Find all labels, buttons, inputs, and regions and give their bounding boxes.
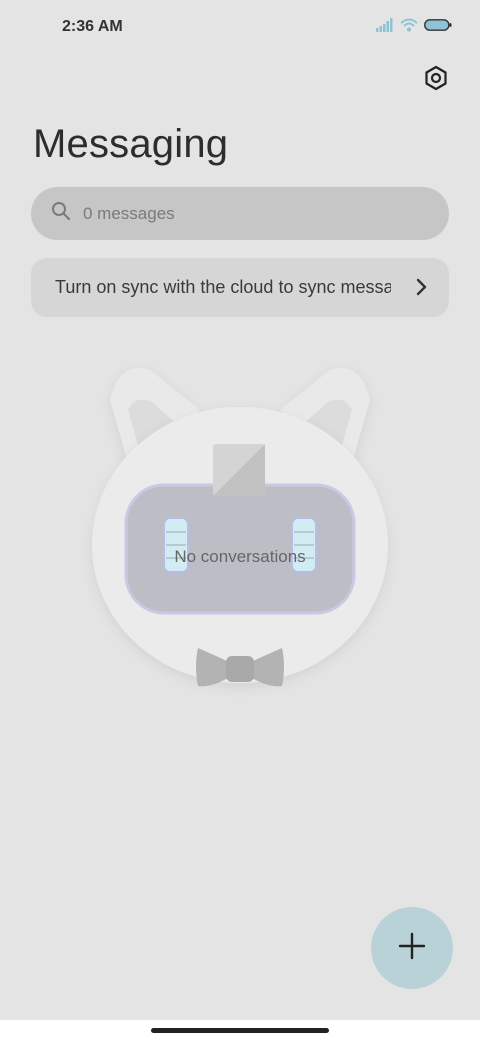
search-icon	[51, 201, 71, 226]
sync-banner[interactable]: Turn on sync with the cloud to sync mess…	[31, 258, 449, 317]
home-indicator[interactable]	[151, 1028, 329, 1033]
sync-banner-text: Turn on sync with the cloud to sync mess…	[55, 277, 391, 297]
battery-icon	[424, 18, 452, 37]
empty-state-label: No conversations	[174, 547, 306, 566]
robot-cat-mascot	[80, 340, 400, 710]
search-input[interactable]	[83, 203, 403, 224]
wifi-icon	[400, 18, 418, 37]
signal-icon	[376, 18, 394, 37]
page-title: Messaging	[33, 122, 229, 166]
gear-icon	[423, 65, 449, 96]
search-bar[interactable]	[31, 187, 449, 240]
plus-icon	[398, 932, 426, 965]
status-time: 2:36 AM	[62, 18, 123, 35]
status-icons	[376, 18, 452, 37]
settings-button[interactable]	[420, 64, 452, 96]
new-message-button[interactable]	[371, 907, 453, 989]
status-bar: 2:36 AM	[0, 0, 480, 56]
chevron-right-icon	[415, 278, 427, 301]
